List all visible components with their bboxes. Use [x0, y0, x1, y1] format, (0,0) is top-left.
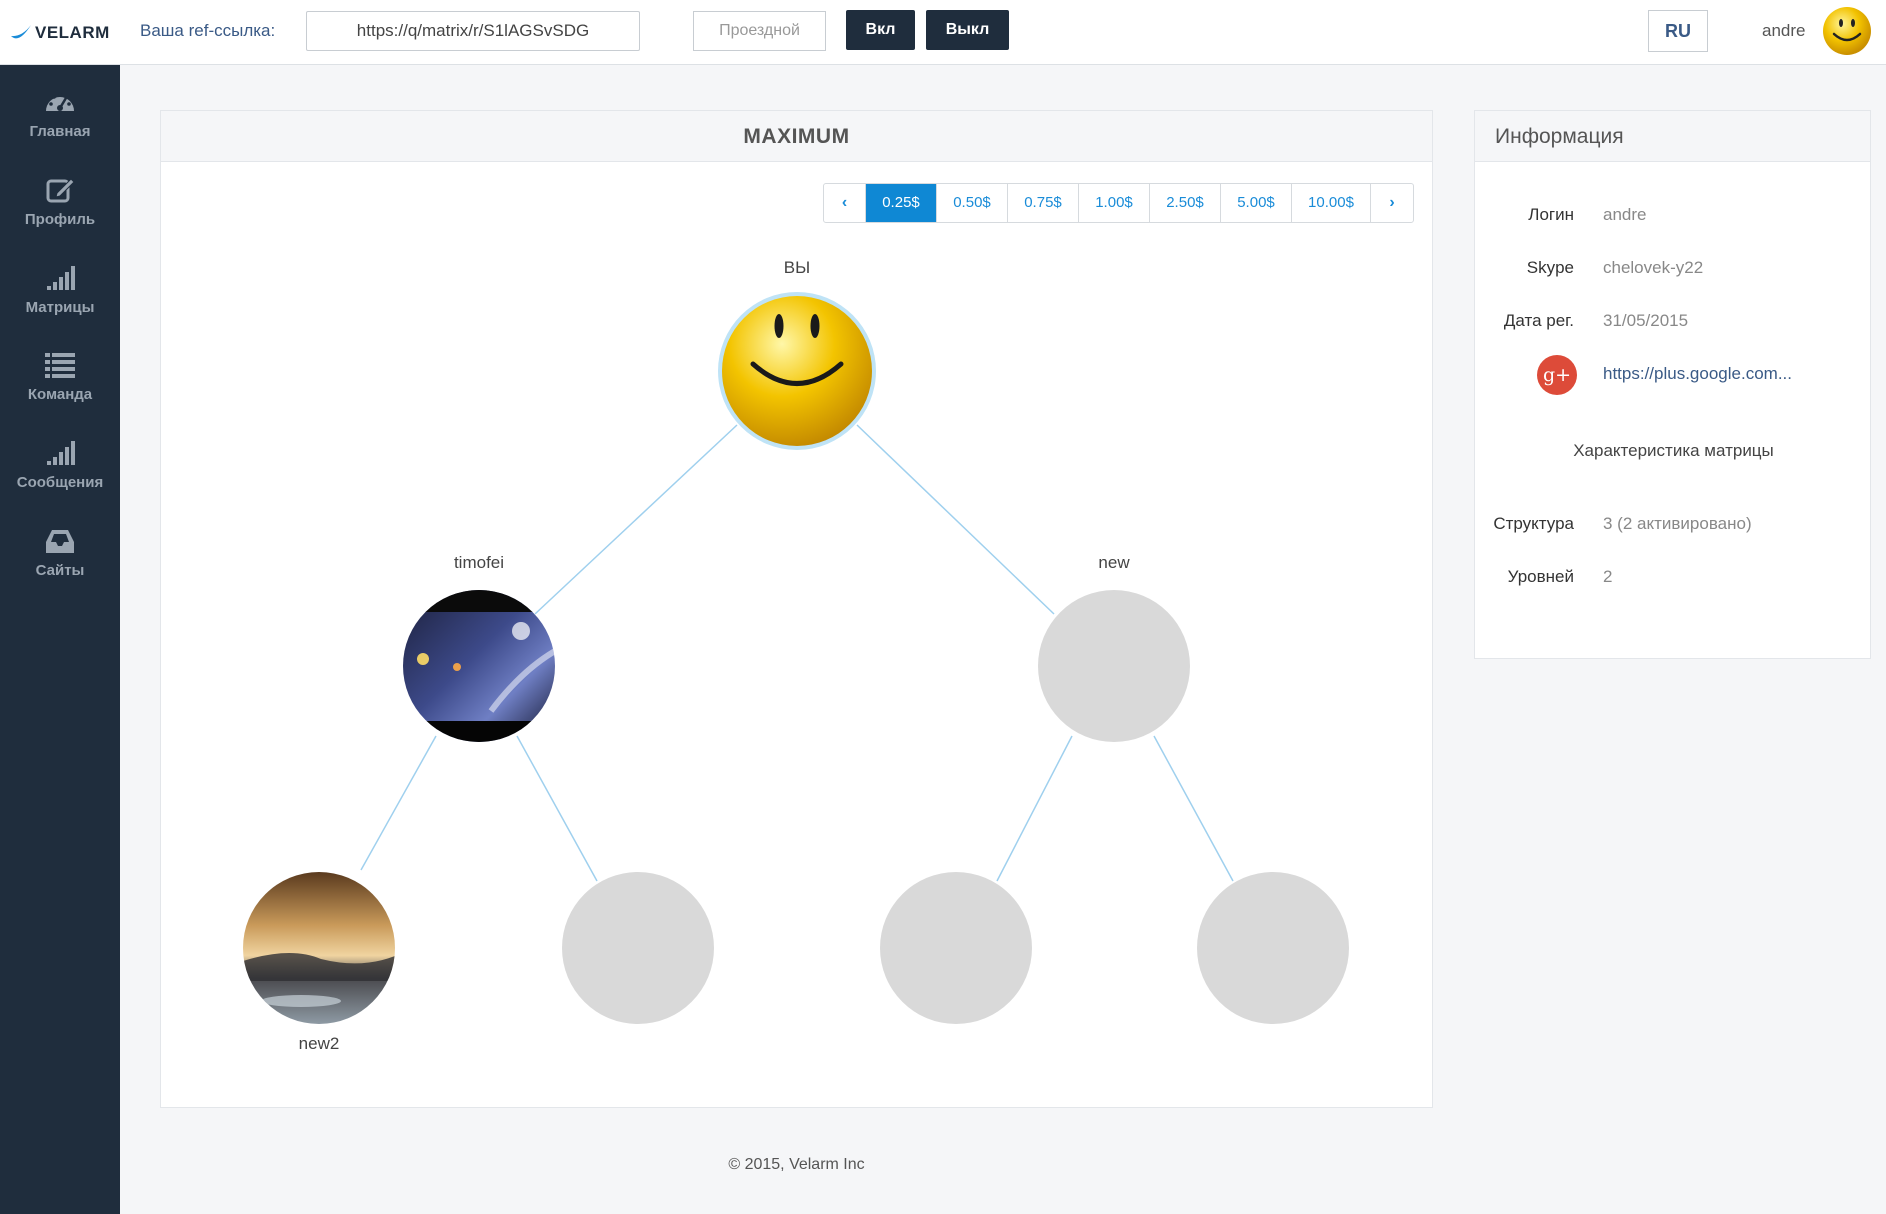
sidebar-item-label: Матрицы	[25, 299, 95, 316]
top-bar: VELARM Ваша ref-ссылка: Проездной Вкл Вы…	[0, 0, 1886, 65]
sidebar-item-home[interactable]: Главная	[0, 87, 120, 167]
connector-line	[1153, 735, 1234, 882]
left-node-label[interactable]: timofei	[399, 553, 559, 573]
levels-value: 2	[1603, 567, 1613, 586]
left-node[interactable]	[403, 590, 555, 743]
right-node-label[interactable]: new	[1034, 553, 1194, 573]
google-plus-link[interactable]: https://plus.google.com...	[1603, 364, 1792, 384]
sidebar: Главная Профиль Матрицы Команда Сообщени…	[0, 65, 120, 1214]
root-node[interactable]	[718, 292, 876, 450]
skype-label: Skype	[1526, 258, 1574, 277]
info-row-levels: Уровней 2	[1475, 567, 1872, 597]
info-title: Информация	[1475, 111, 1870, 162]
matrix-panel: MAXIMUM ‹ 0.25$ 0.50$ 0.75$ 1.00$ 2.50$ …	[160, 110, 1433, 1108]
brand[interactable]: VELARM	[0, 0, 120, 65]
info-row-structure: Структура 3 (2 активировано)	[1475, 514, 1872, 544]
root-node-smiley-icon	[722, 296, 872, 446]
left-left-node-label[interactable]: new2	[239, 1034, 399, 1054]
login-label: Логин	[1528, 205, 1574, 224]
sidebar-item-matrices[interactable]: Матрицы	[0, 263, 120, 343]
ref-link-input[interactable]	[306, 11, 640, 51]
structure-value: 3 (2 активировано)	[1603, 514, 1752, 533]
smiley-eye	[810, 314, 820, 338]
photo-light	[417, 653, 429, 665]
pass-button[interactable]: Проездной	[693, 11, 826, 51]
sidebar-item-label: Главная	[29, 123, 91, 140]
dashboard-icon	[46, 92, 74, 111]
velarm-logo-icon	[11, 24, 31, 38]
brand-name: VELARM	[35, 22, 110, 42]
info-row-gplus: https://plus.google.com...	[1475, 364, 1872, 394]
photo-band	[403, 721, 555, 742]
ref-link-label: Ваша ref-ссылка:	[140, 21, 276, 40]
sidebar-item-label: Сообщения	[16, 474, 104, 491]
connector-line	[534, 424, 738, 615]
sidebar-item-label: Команда	[27, 386, 93, 403]
photo-light	[453, 663, 461, 671]
on-button[interactable]: Вкл	[846, 10, 915, 50]
inbox-icon	[46, 530, 74, 553]
matrix-characteristics-heading: Характеристика матрицы	[1573, 441, 1774, 460]
sidebar-item-label: Профиль	[24, 211, 96, 228]
left-left-node[interactable]	[243, 872, 395, 1024]
list-icon	[45, 353, 75, 378]
reg-date-value: 31/05/2015	[1603, 311, 1689, 330]
user-avatar-smiley-icon[interactable]	[1822, 6, 1872, 56]
root-node-label: ВЫ	[783, 258, 811, 277]
connector-line	[360, 735, 437, 871]
right-right-node-empty[interactable]	[1197, 872, 1349, 1024]
structure-label: Структура	[1493, 514, 1574, 533]
sidebar-item-profile[interactable]: Профиль	[0, 175, 120, 255]
sidebar-item-label: Сайты	[35, 562, 85, 579]
info-panel: Информация Логин andre Skype chelovek-y2…	[1474, 110, 1871, 659]
photo-ice	[261, 995, 341, 1007]
levels-label: Уровней	[1507, 567, 1574, 586]
photo-light	[512, 622, 530, 640]
connector-line	[516, 735, 598, 882]
login-value: andre	[1603, 205, 1647, 224]
left-right-node-empty[interactable]	[562, 872, 714, 1024]
edit-icon	[46, 178, 75, 203]
off-button[interactable]: Выкл	[926, 10, 1009, 50]
sidebar-item-team[interactable]: Команда	[0, 350, 120, 430]
smiley-eye	[774, 314, 784, 338]
signal-bars-icon	[47, 266, 75, 290]
info-row-login: Логин andre	[1475, 205, 1872, 235]
skype-value: chelovek-y22	[1603, 258, 1704, 277]
language-button[interactable]: RU	[1648, 10, 1708, 52]
info-row-skype: Skype chelovek-y22	[1475, 258, 1872, 288]
reg-date-label: Дата рег.	[1503, 311, 1574, 330]
photo-band	[403, 590, 555, 612]
right-node-empty[interactable]	[1038, 590, 1190, 742]
username[interactable]: andre	[1762, 21, 1805, 41]
right-left-node-empty[interactable]	[880, 872, 1032, 1024]
info-row-reg-date: Дата рег. 31/05/2015	[1475, 311, 1872, 341]
footer-copyright: © 2015, Velarm Inc	[728, 1156, 865, 1173]
connector-line	[856, 424, 1055, 615]
signal-bars-icon	[47, 441, 75, 465]
sidebar-item-sites[interactable]: Сайты	[0, 526, 120, 606]
connector-line	[996, 735, 1073, 882]
sidebar-item-messages[interactable]: Сообщения	[0, 438, 120, 518]
